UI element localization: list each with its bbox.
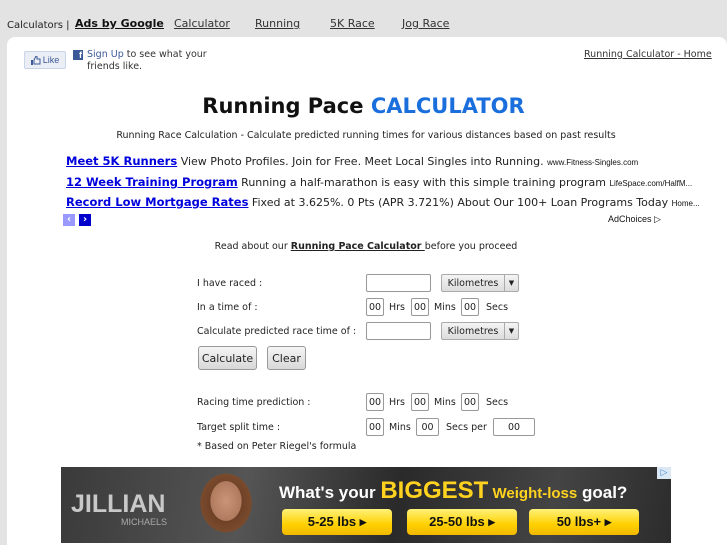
- top-link-calculator[interactable]: Calculator: [174, 17, 230, 30]
- predict-distance-label: Calculate predicted race time of :: [197, 326, 357, 337]
- predict-unit-select[interactable]: Kilometres ▼: [441, 322, 519, 340]
- banner-option-button[interactable]: 5-25 lbs ▸: [282, 509, 392, 535]
- top-link-5k-race[interactable]: 5K Race: [330, 17, 375, 30]
- intro-before: Read about our: [214, 241, 291, 252]
- headline-post: goal?: [577, 483, 628, 502]
- chevron-down-icon: ▼: [508, 279, 515, 287]
- top-link-running[interactable]: Running: [255, 17, 300, 30]
- raced-distance-input[interactable]: [366, 274, 431, 292]
- adchoices-link[interactable]: AdChoices ▷: [608, 214, 661, 225]
- intro-after: before you proceed: [424, 241, 518, 252]
- facebook-social-text: Sign Up to see what your friends like.: [87, 49, 227, 73]
- banner-ad[interactable]: JILLIAN MICHAELS What's your BIGGEST Wei…: [61, 467, 671, 543]
- banner-portrait-image: [186, 467, 266, 543]
- headline-wl: Weight-loss: [488, 485, 578, 502]
- mins-label: Mins: [434, 397, 456, 408]
- text-ad-body: View Photo Profiles. Join for Free. Meet…: [177, 155, 548, 168]
- raced-unit-select[interactable]: Kilometres ▼: [441, 274, 519, 292]
- prediction-minutes-field[interactable]: 00: [411, 393, 429, 411]
- split-minutes-field[interactable]: 00: [366, 418, 384, 436]
- like-label: Like: [42, 55, 60, 65]
- facebook-signup-link[interactable]: Sign Up: [87, 49, 124, 60]
- ad-next-arrow-icon[interactable]: ›: [79, 214, 91, 226]
- text-ad-headline[interactable]: 12 Week Training Program: [66, 175, 238, 189]
- text-ad-headline[interactable]: Record Low Mortgage Rates: [66, 195, 248, 209]
- banner-option-button[interactable]: 25-50 lbs ▸: [407, 509, 517, 535]
- hrs-label: Hrs: [389, 397, 405, 408]
- race-seconds-input[interactable]: 00: [461, 298, 479, 316]
- split-seconds-field[interactable]: 00: [416, 418, 439, 436]
- raced-distance-label: I have raced :: [197, 278, 263, 289]
- raced-unit-value: Kilometres: [442, 275, 505, 291]
- text-ad-url[interactable]: Home...: [672, 199, 700, 208]
- facebook-like-button[interactable]: Like: [24, 51, 66, 69]
- calculate-button[interactable]: Calculate: [198, 346, 257, 370]
- calculators-label: Calculators |: [7, 20, 70, 31]
- headline-pre: What's your: [279, 483, 381, 502]
- adchoices-icon[interactable]: ▷: [657, 467, 671, 479]
- banner-option-button[interactable]: 50 lbs+ ▸: [529, 509, 639, 535]
- split-per-field[interactable]: 00: [493, 418, 535, 436]
- top-ad-bar: Calculators | Ads by Google Calculator R…: [0, 0, 727, 37]
- page-title: Running Pace CALCULATOR: [0, 94, 727, 118]
- text-ad: Meet 5K Runners View Photo Profiles. Joi…: [66, 154, 638, 168]
- predict-distance-input[interactable]: [366, 322, 431, 340]
- clear-button[interactable]: Clear: [267, 346, 306, 370]
- running-pace-calculator-link[interactable]: Running Pace Calculator: [291, 241, 425, 252]
- text-ad-body: Running a half-marathon is easy with thi…: [237, 176, 610, 189]
- formula-footnote: * Based on Peter Riegel's formula: [197, 441, 357, 452]
- headline-big: BIGGEST: [380, 477, 489, 504]
- ad-prev-arrow-icon[interactable]: ‹: [63, 214, 75, 226]
- prediction-label: Racing time prediction :: [197, 397, 311, 408]
- text-ad-url[interactable]: LifeSpace.com/HalfM...: [610, 179, 693, 188]
- split-time-label: Target split time :: [197, 422, 281, 433]
- text-ad: 12 Week Training Program Running a half-…: [66, 175, 692, 189]
- text-ad-url[interactable]: www.Fitness-Singles.com: [547, 158, 638, 167]
- mins-label: Mins: [389, 422, 411, 433]
- thumb-up-icon: [30, 55, 41, 65]
- prediction-hours-field[interactable]: 00: [366, 393, 384, 411]
- text-ad: Record Low Mortgage Rates Fixed at 3.625…: [66, 195, 700, 209]
- secs-label: Secs: [486, 397, 509, 408]
- prediction-seconds-field[interactable]: 00: [461, 393, 479, 411]
- banner-brand-sub: MICHAELS: [121, 517, 168, 527]
- secs-per-label: Secs per: [446, 422, 487, 433]
- race-hours-input[interactable]: 00: [366, 298, 384, 316]
- hrs-label: Hrs: [389, 302, 405, 313]
- secs-label: Secs: [486, 302, 509, 313]
- predict-unit-value: Kilometres: [442, 323, 505, 339]
- race-minutes-input[interactable]: 00: [411, 298, 429, 316]
- mins-label: Mins: [434, 302, 456, 313]
- intro-text: Read about our Running Pace Calculator b…: [0, 241, 727, 252]
- page-subtitle: Running Race Calculation - Calculate pre…: [116, 130, 616, 141]
- banner-headline: What's your BIGGEST Weight-loss goal?: [279, 477, 627, 505]
- text-ad-headline[interactable]: Meet 5K Runners: [66, 154, 177, 168]
- text-ad-body: Fixed at 3.625%. 0 Pts (APR 3.721%) Abou…: [248, 196, 672, 209]
- ads-by-google-link[interactable]: Ads by Google: [75, 17, 164, 30]
- home-link[interactable]: Running Calculator - Home: [584, 49, 712, 60]
- chevron-down-icon: ▼: [508, 327, 515, 335]
- banner-brand: JILLIAN: [71, 490, 166, 518]
- title-accent: CALCULATOR: [370, 94, 525, 118]
- top-link-jog-race[interactable]: Jog Race: [402, 17, 449, 30]
- title-main: Running Pace: [202, 94, 371, 118]
- race-time-label: In a time of :: [197, 302, 258, 313]
- facebook-icon: f: [73, 50, 83, 60]
